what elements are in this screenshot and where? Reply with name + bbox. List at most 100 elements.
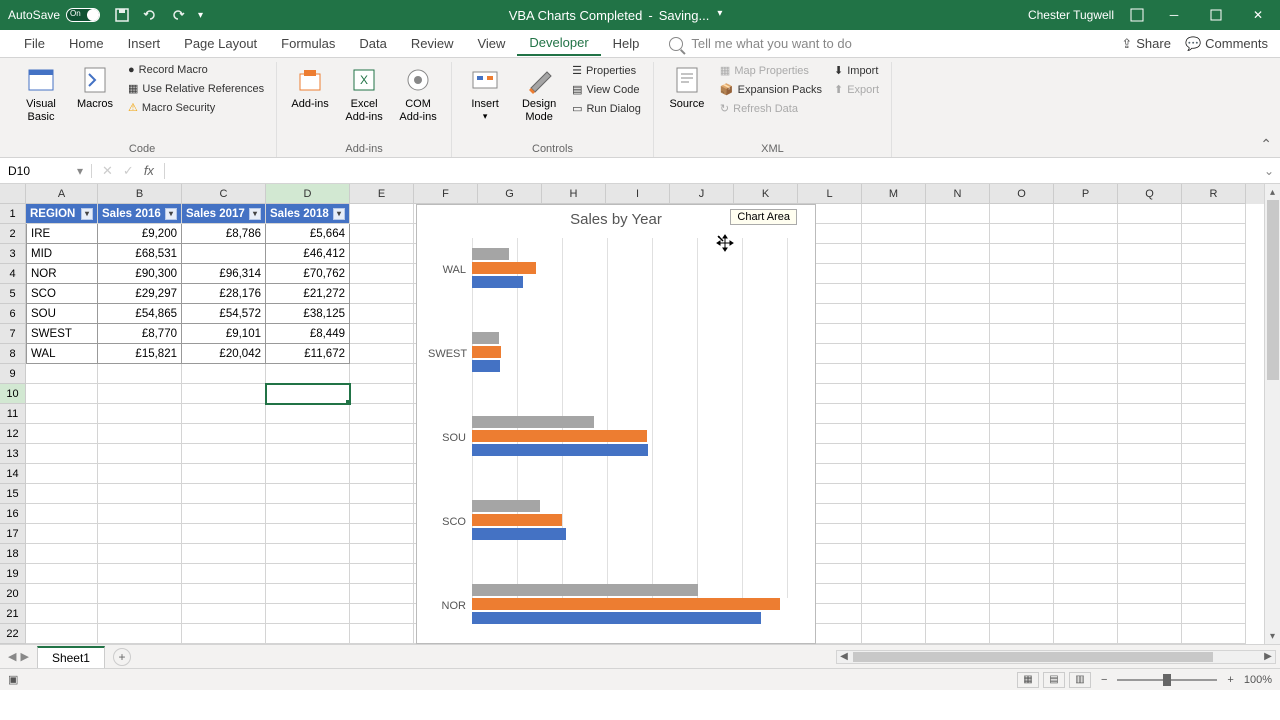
cell[interactable] xyxy=(1182,484,1246,504)
cell[interactable] xyxy=(990,324,1054,344)
undo-icon[interactable] xyxy=(142,7,158,23)
cell[interactable] xyxy=(926,424,990,444)
cell[interactable] xyxy=(990,524,1054,544)
filter-icon[interactable]: ▾ xyxy=(333,208,345,220)
cell[interactable] xyxy=(1182,444,1246,464)
cell[interactable] xyxy=(98,404,182,424)
cell[interactable] xyxy=(1118,584,1182,604)
cell[interactable] xyxy=(98,364,182,384)
vertical-scrollbar[interactable]: ▴ ▾ xyxy=(1264,184,1280,644)
cell[interactable] xyxy=(1054,484,1118,504)
cell[interactable] xyxy=(182,484,266,504)
cell[interactable] xyxy=(926,364,990,384)
cell[interactable] xyxy=(266,444,350,464)
cell[interactable] xyxy=(990,244,1054,264)
macro-security-button[interactable]: ⚠Macro Security xyxy=(124,99,268,116)
col-header-N[interactable]: N xyxy=(926,184,990,204)
cell[interactable] xyxy=(926,524,990,544)
cell[interactable] xyxy=(926,484,990,504)
row-header[interactable]: 19 xyxy=(0,564,26,584)
expand-formula-bar[interactable]: ⌄ xyxy=(1258,164,1280,178)
source-button[interactable]: Source xyxy=(662,62,712,113)
col-header-F[interactable]: F xyxy=(414,184,478,204)
cell[interactable] xyxy=(862,324,926,344)
cell[interactable] xyxy=(1118,324,1182,344)
cell[interactable] xyxy=(862,304,926,324)
col-header-D[interactable]: D xyxy=(266,184,350,204)
zoom-in-button[interactable]: + xyxy=(1227,674,1233,686)
cell[interactable]: MID xyxy=(26,244,98,264)
row-header[interactable]: 15 xyxy=(0,484,26,504)
chart-object[interactable]: Chart Area Sales by Year WALSWESTSOUSCON… xyxy=(416,204,816,644)
sheet-nav-prev[interactable]: ◀ xyxy=(8,650,16,663)
cell[interactable] xyxy=(990,444,1054,464)
row-header[interactable]: 7 xyxy=(0,324,26,344)
cell[interactable] xyxy=(1054,584,1118,604)
cell[interactable] xyxy=(926,324,990,344)
cell[interactable] xyxy=(862,484,926,504)
col-header-P[interactable]: P xyxy=(1054,184,1118,204)
cell[interactable]: £54,865 xyxy=(98,304,182,324)
cell[interactable]: NOR xyxy=(26,264,98,284)
cell[interactable] xyxy=(98,564,182,584)
enter-formula-icon[interactable]: ✓ xyxy=(123,163,134,179)
cell[interactable] xyxy=(350,404,414,424)
bar[interactable] xyxy=(472,612,761,624)
maximize-button[interactable] xyxy=(1202,5,1230,25)
cell[interactable] xyxy=(990,344,1054,364)
cell[interactable] xyxy=(1118,424,1182,444)
cell[interactable] xyxy=(26,464,98,484)
sheet-tab-sheet1[interactable]: Sheet1 xyxy=(37,646,105,668)
cell[interactable] xyxy=(1182,424,1246,444)
cell[interactable] xyxy=(350,284,414,304)
cell[interactable] xyxy=(1054,564,1118,584)
cell[interactable]: £21,272 xyxy=(266,284,350,304)
cell[interactable] xyxy=(990,584,1054,604)
cell[interactable] xyxy=(26,384,98,404)
cell[interactable]: £8,786 xyxy=(182,224,266,244)
cell[interactable] xyxy=(26,604,98,624)
cell[interactable] xyxy=(266,524,350,544)
tab-developer[interactable]: Developer xyxy=(517,31,600,56)
row-header[interactable]: 4 xyxy=(0,264,26,284)
cell[interactable] xyxy=(862,404,926,424)
page-break-view-button[interactable]: ▥ xyxy=(1069,672,1091,688)
cell[interactable]: £54,572 xyxy=(182,304,266,324)
row-header[interactable]: 3 xyxy=(0,244,26,264)
cell[interactable] xyxy=(350,624,414,644)
cell[interactable] xyxy=(1118,284,1182,304)
cell[interactable] xyxy=(990,464,1054,484)
bar[interactable] xyxy=(472,444,648,456)
normal-view-button[interactable]: ▦ xyxy=(1017,672,1039,688)
cell[interactable] xyxy=(862,544,926,564)
row-header[interactable]: 14 xyxy=(0,464,26,484)
cell[interactable] xyxy=(1182,364,1246,384)
cell[interactable] xyxy=(990,544,1054,564)
row-header[interactable]: 20 xyxy=(0,584,26,604)
filter-icon[interactable]: ▾ xyxy=(249,208,261,220)
cell[interactable] xyxy=(1054,324,1118,344)
cell[interactable] xyxy=(1054,384,1118,404)
cell[interactable] xyxy=(990,624,1054,644)
cell[interactable] xyxy=(926,384,990,404)
cell[interactable] xyxy=(1182,344,1246,364)
col-header-L[interactable]: L xyxy=(798,184,862,204)
cell[interactable] xyxy=(350,564,414,584)
cell[interactable] xyxy=(862,204,926,224)
cell[interactable] xyxy=(1118,544,1182,564)
cell[interactable] xyxy=(98,424,182,444)
cell[interactable]: REGION▾ xyxy=(26,204,98,224)
cell[interactable] xyxy=(1118,264,1182,284)
cell[interactable] xyxy=(182,504,266,524)
bar[interactable] xyxy=(472,598,780,610)
cell[interactable] xyxy=(1182,604,1246,624)
expansion-packs-button[interactable]: 📦Expansion Packs xyxy=(716,81,826,98)
cell[interactable]: Sales 2017▾ xyxy=(182,204,266,224)
bar[interactable] xyxy=(472,276,523,288)
cell[interactable] xyxy=(98,524,182,544)
cell[interactable] xyxy=(1054,424,1118,444)
cell[interactable] xyxy=(862,464,926,484)
col-header-R[interactable]: R xyxy=(1182,184,1246,204)
cell[interactable] xyxy=(98,384,182,404)
cell[interactable] xyxy=(926,304,990,324)
